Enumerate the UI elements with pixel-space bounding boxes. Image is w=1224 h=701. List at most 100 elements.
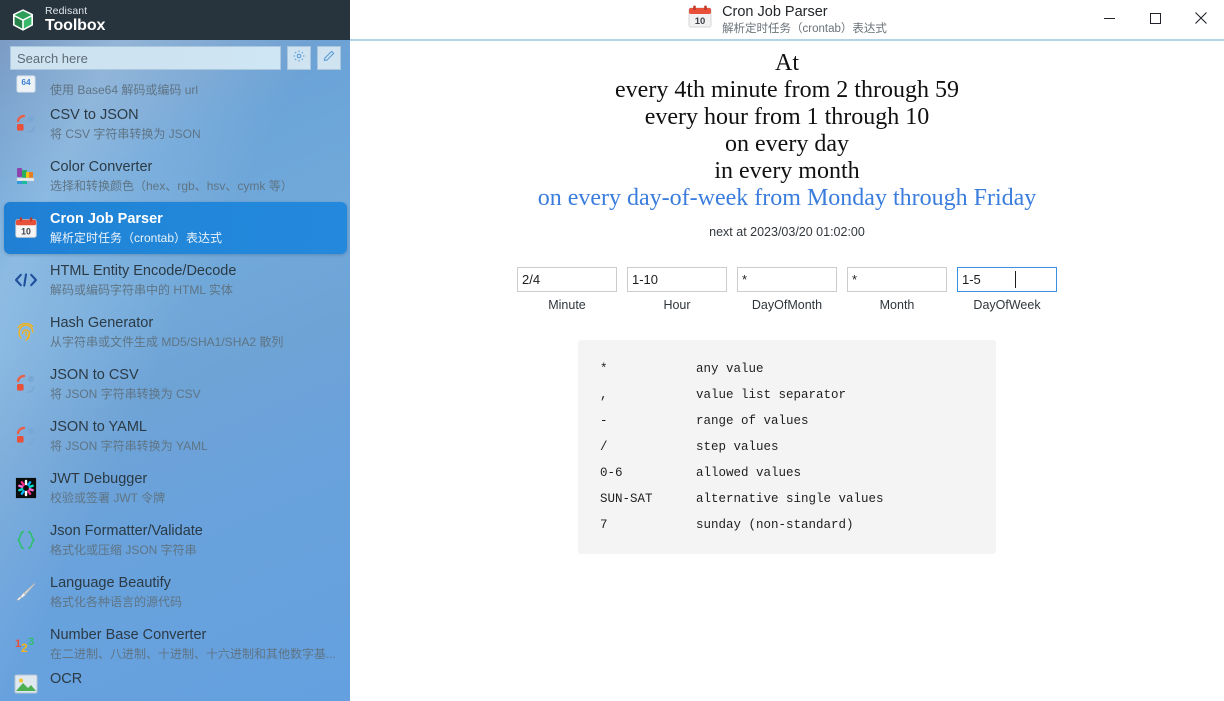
window-controls [1086, 0, 1224, 40]
sidebar-item-number-base-converter[interactable]: 1 2 3 Number Base Converter 在二进制、八进制、十进制、十六进… [4, 618, 347, 670]
sidebar-item-texts: Color Converter 选择和转换颜色（hex、rgb、hsv、cymk … [50, 158, 293, 194]
cron-field-label: Minute [548, 298, 586, 312]
legend-row: - range of values [578, 408, 996, 434]
window-title-texts: Cron Job Parser 解析定时任务（crontab）表达式 [722, 4, 887, 36]
maximize-icon [1149, 11, 1161, 29]
brush-icon [12, 578, 40, 606]
sidebar-item-label: CSV to JSON [50, 107, 139, 124]
gear-icon [292, 49, 306, 68]
cron-description-line: on every day-of-week from Monday through… [537, 185, 1037, 211]
sidebar-item-description: 格式化或压缩 JSON 字符串 [50, 542, 197, 557]
svg-text:10: 10 [695, 16, 706, 27]
search-input[interactable] [10, 46, 281, 70]
cron-input-month[interactable] [847, 267, 947, 292]
sidebar-item-texts: Number Base Converter 在二进制、八进制、十进制、十六进制和其… [50, 626, 336, 662]
legend-meaning: range of values [696, 414, 809, 428]
sidebar-item-label: Cron Job Parser [50, 211, 163, 228]
sidebar-item-color-converter[interactable]: Color Converter 选择和转换颜色（hex、rgb、hsv、cymk … [4, 150, 347, 202]
cron-field-label: DayOfMonth [751, 298, 823, 312]
cron-field-dayofweek: DayOfWeek [957, 267, 1057, 312]
sidebar-item-description: 将 JSON 字符串转换为 YAML [50, 438, 208, 453]
legend-row: 0-6 allowed values [578, 460, 996, 486]
cron-fields: Minute Hour DayOfMonth Month DayOfWeek [350, 267, 1224, 312]
cron-input-dayofweek[interactable] [957, 267, 1057, 292]
legend-symbol: - [600, 414, 608, 428]
sidebar-item-texts: Cron Job Parser 解析定时任务（crontab）表达式 [50, 210, 222, 246]
sidebar-item-description: 将 JSON 字符串转换为 CSV [50, 386, 201, 401]
close-icon [1195, 11, 1207, 29]
minimize-icon [1103, 11, 1115, 29]
sidebar-item-jwt-debugger[interactable]: JWT Debugger 校验或签署 JWT 令牌 [4, 462, 347, 514]
sidebar-item-json-formatter-validate[interactable]: Json Formatter/Validate 格式化或压缩 JSON 字符串 [4, 514, 347, 566]
cron-description-line: every hour from 1 through 10 [644, 104, 930, 130]
sidebar-item-description: 在二进制、八进制、十进制、十六进制和其他数字基... [50, 646, 337, 661]
legend-meaning: any value [696, 362, 764, 376]
csv-to-json-icon [12, 110, 40, 138]
sidebar-item-label: Language Beautify [50, 575, 171, 592]
legend-row: 7 sunday (non-standard) [578, 512, 996, 538]
cron-input-dayofmonth[interactable] [737, 267, 837, 292]
window-titlebar: 10 Cron Job Parser 解析定时任务（crontab）表达式 [350, 0, 1224, 40]
sidebar-item-texts: 使用 Base64 解码或编码 url [50, 82, 198, 98]
legend-meaning: alternative single values [696, 492, 884, 506]
color-palette-icon [12, 162, 40, 190]
sidebar-item-label: Hash Generator [50, 315, 154, 332]
close-button[interactable] [1178, 0, 1224, 40]
calendar-icon: 10 [12, 214, 40, 242]
sidebar-item-description: 选择和转换颜色（hex、rgb、hsv、cymk 等） [50, 178, 293, 193]
json-to-csv-icon [12, 370, 40, 398]
numbers-icon: 123 [12, 630, 40, 658]
legend-symbol: , [600, 388, 608, 402]
maximize-button[interactable] [1132, 0, 1178, 40]
sidebar-item-description: 解码或编码字符串中的 HTML 实体 [50, 282, 233, 297]
sidebar-item-language-beautify[interactable]: Language Beautify 格式化各种语言的源代码 [4, 566, 347, 618]
fingerprint-icon [12, 318, 40, 346]
sidebar-item-ocr[interactable]: OCR [4, 670, 347, 695]
app-root: Redisant Toolbox Search here 64 使用 Base6… [0, 0, 1224, 701]
sidebar-item-json-to-yaml[interactable]: JSON to YAML 将 JSON 字符串转换为 YAML [4, 410, 347, 462]
cron-description-line: in every month [714, 158, 860, 184]
brand-text: Redisant Toolbox [45, 6, 105, 35]
cron-field-minute: Minute [517, 267, 617, 312]
edit-button[interactable] [317, 46, 341, 70]
sidebar-item-hash-generator[interactable]: Hash Generator 从字符串或文件生成 MD5/SHA1/SHA2 散列 [4, 306, 347, 358]
sidebar-item-label: Number Base Converter [50, 627, 207, 644]
sidebar-item-json-to-csv[interactable]: JSON to CSV 将 JSON 字符串转换为 CSV [4, 358, 347, 410]
minimize-button[interactable] [1086, 0, 1132, 40]
sidebar-item-texts: JWT Debugger 校验或签署 JWT 令牌 [50, 470, 165, 506]
cron-field-label: DayOfWeek [973, 298, 1041, 312]
legend-meaning: allowed values [696, 466, 802, 480]
cron-field-dayofmonth: DayOfMonth [737, 267, 837, 312]
base64-icon: 64 [12, 70, 40, 98]
window-subtitle: 解析定时任务（crontab）表达式 [722, 22, 887, 35]
cron-field-label: Month [879, 298, 915, 312]
sidebar-item-csv-to-json[interactable]: CSV to JSON 将 CSV 字符串转换为 JSON [4, 98, 347, 150]
cron-input-hour[interactable] [627, 267, 727, 292]
code-brackets-icon [12, 266, 40, 294]
sidebar-body: 64 使用 Base64 解码或编码 url CSV to JSON 将 CSV 字符… [0, 40, 350, 701]
sidebar-item-texts: HTML Entity Encode/Decode 解码或编码字符串中的 HTML… [50, 262, 236, 298]
braces-icon [12, 526, 40, 554]
sidebar-item-texts: JSON to CSV 将 JSON 字符串转换为 CSV [50, 366, 201, 402]
cron-description: At every 4th minute from 2 through 59 ever… [350, 50, 1224, 212]
svg-text:3: 3 [28, 636, 34, 648]
cron-field-hour: Hour [627, 267, 727, 312]
cron-input-minute[interactable] [517, 267, 617, 292]
window-title: Cron Job Parser [722, 4, 828, 21]
next-run-text: next at 2023/03/20 01:02:00 [709, 225, 865, 239]
sidebar-item-cron-job-parser[interactable]: 10 Cron Job Parser 解析定时任务（crontab）表达式 [4, 202, 347, 254]
cron-description-line: on every day [725, 131, 849, 157]
tool-list[interactable]: 64 使用 Base64 解码或编码 url CSV to JSON 将 CSV 字符… [0, 64, 350, 695]
legend-meaning: step values [696, 440, 779, 454]
cron-field-label: Hour [663, 298, 691, 312]
brand-name: Redisant [45, 4, 88, 17]
sidebar-item-texts: JSON to YAML 将 JSON 字符串转换为 YAML [50, 418, 208, 454]
jwt-icon [12, 474, 40, 502]
sidebar-item-html-entity-encode-decode[interactable]: HTML Entity Encode/Decode 解码或编码字符串中的 HTML… [4, 254, 347, 306]
sidebar-item-description: 将 CSV 字符串转换为 JSON [50, 126, 201, 141]
settings-button[interactable] [287, 46, 311, 70]
legend-symbol: 0-6 [600, 466, 623, 480]
legend-row: , value list separator [578, 382, 996, 408]
legend-symbol: * [600, 362, 608, 376]
legend-row: * any value [578, 356, 996, 382]
